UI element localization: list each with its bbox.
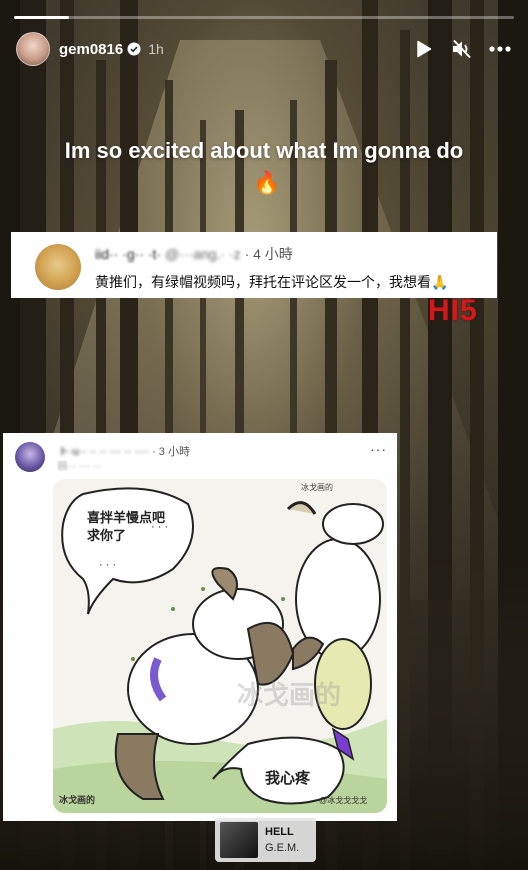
comic-signature-top: 冰戈画的 — [301, 483, 333, 492]
tweet-avatar-anime — [15, 442, 45, 472]
comic-credit: @冰戈戈戈戈 — [319, 796, 368, 805]
tweet-author-name: iid·· ·g·· ·t· — [95, 246, 162, 262]
story-header: gem0816 1h — [16, 32, 512, 66]
user-avatar[interactable] — [16, 32, 50, 66]
tweet-screenshot-2: ト·u·· ·· ·· ··· ·· ···· · 3 小時 回··· ····… — [3, 433, 397, 821]
fire-emoji: 🔥 — [253, 170, 281, 195]
tweet-author-name: ト·u·· ·· ·· ··· ·· ···· — [58, 446, 150, 458]
tweet-screenshot-1: iid·· ·g·· ·t· @···ang.· ·z · 4 小時 黄推们，有… — [11, 232, 497, 298]
comic-image: 喜拌羊慢点吧 求你了 · · · · · · 我心疼 冰戈画的 冰戈画的 冰戈画… — [53, 479, 387, 813]
tweet-author-handle: @···ang.· ·z — [165, 246, 241, 262]
bubble-text-heartache: 我心疼 — [265, 769, 311, 787]
music-sticker[interactable]: HELL G.E.M. — [215, 818, 316, 862]
story-view: gem0816 1h Im so excited about what Im g… — [0, 0, 528, 870]
music-artist: G.E.M. — [265, 842, 300, 854]
post-time: 1h — [148, 41, 164, 57]
bubble-dots: · · · — [151, 521, 169, 533]
album-art — [220, 822, 258, 858]
tweet-avatar-cat — [35, 244, 81, 290]
tweet-text: 黄推们，有绿帽视频吗，拜托在评论区发一个，我想看🙏 — [95, 274, 449, 290]
comic-watermark: 冰戈画的 — [237, 681, 342, 711]
tweet-more-icon: ··· — [370, 441, 387, 457]
tweet-subline: 回··· ···· ··· — [58, 461, 102, 471]
story-progress-fill — [14, 16, 69, 19]
bubble-dots-2: · · · — [99, 559, 117, 571]
tweet-meta: ト·u·· ·· ·· ··· ·· ···· · 3 小時 — [58, 443, 190, 459]
tweet-time: · 3 小時 — [152, 446, 190, 458]
comic-signature-bottom: 冰戈画的 — [59, 795, 96, 805]
mute-icon[interactable] — [450, 37, 474, 61]
tweet-time: 4 小時 — [253, 246, 293, 262]
story-caption: Im so excited about what Im gonna do — [64, 138, 464, 163]
more-icon[interactable] — [488, 37, 512, 61]
tweet-separator: · — [244, 246, 250, 262]
bubble-text-line2: 求你了 — [87, 529, 127, 544]
music-title: HELL — [265, 826, 294, 838]
hi5-sticker: HI5 — [428, 294, 478, 327]
story-progress-bar — [14, 16, 514, 19]
play-icon[interactable] — [412, 37, 436, 61]
tweet-meta: iid·· ·g·· ·t· @···ang.· ·z · 4 小時 — [95, 244, 293, 264]
verified-badge-icon — [127, 42, 141, 56]
username[interactable]: gem0816 — [59, 41, 123, 58]
